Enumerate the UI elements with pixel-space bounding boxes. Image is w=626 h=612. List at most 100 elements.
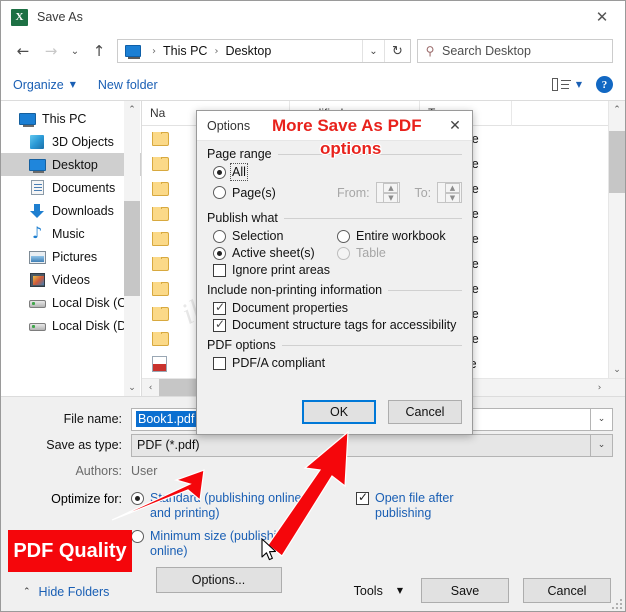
view-dropdown-icon[interactable]: ▼	[576, 80, 582, 89]
back-button[interactable]: ←	[9, 38, 37, 64]
download-arrow-icon	[29, 203, 46, 219]
tools-button[interactable]: Tools ▼	[354, 584, 403, 598]
save-as-type-select[interactable]: PDF (*.pdf)	[131, 433, 591, 457]
ok-button[interactable]: OK	[302, 400, 376, 424]
up-button[interactable]: ↑	[85, 38, 113, 64]
structure-tags-checkbox[interactable]: Document structure tags for accessibilit…	[213, 317, 462, 332]
active-sheets-radio[interactable]: Active sheet(s)	[213, 246, 337, 260]
recent-locations-button[interactable]: ⌄	[65, 38, 85, 64]
new-folder-button[interactable]: New folder	[98, 78, 158, 92]
from-spinner[interactable]: 1 ▲ ▼	[375, 182, 401, 203]
sidebar-item-music[interactable]: Music	[1, 222, 141, 245]
scroll-left-icon[interactable]: ‹	[142, 379, 159, 396]
page-range-title: Page range	[207, 147, 272, 161]
sidebar-item-label: Videos	[52, 272, 90, 287]
scrollbar-thumb[interactable]	[609, 131, 625, 193]
resize-grip[interactable]	[610, 597, 622, 609]
folder-icon	[152, 306, 169, 321]
file-list-vertical-scrollbar[interactable]: ⌃ ⌄	[608, 101, 625, 378]
optimize-minimum-radio[interactable]: Minimum size (publishing online)	[131, 529, 306, 559]
sidebar-item-local-disk-c[interactable]: Local Disk (C:)	[1, 291, 141, 314]
view-layout-icon[interactable]	[551, 77, 572, 93]
forward-button[interactable]: →	[37, 38, 65, 64]
sidebar-item-3d-objects[interactable]: 3D Objects	[1, 130, 141, 153]
entire-workbook-label: Entire workbook	[356, 229, 446, 243]
window-titlebar: X Save As ✕	[1, 1, 625, 33]
sidebar-item-this-pc[interactable]: This PC	[1, 107, 141, 130]
folder-icon	[152, 281, 169, 296]
close-icon[interactable]: ✕	[579, 1, 625, 32]
breadcrumb-separator: ›	[214, 45, 219, 57]
excel-icon: X	[11, 8, 28, 26]
to-spinner[interactable]: 1 ▲ ▼	[437, 182, 462, 203]
authors-value[interactable]: User	[131, 464, 625, 478]
spinner-up-icon[interactable]: ▲	[383, 183, 399, 193]
scroll-up-icon[interactable]: ⌃	[124, 101, 140, 118]
sidebar-item-documents[interactable]: Documents	[1, 176, 141, 199]
optimize-standard-radio[interactable]: Standard (publishing online and printing…	[131, 491, 306, 521]
checkbox-icon	[356, 490, 369, 505]
breadcrumb-this-pc[interactable]: This PC	[162, 44, 208, 58]
breadcrumb-desktop[interactable]: Desktop	[224, 44, 272, 58]
file-name-dropdown-icon[interactable]: ⌄	[591, 407, 613, 431]
scroll-up-icon[interactable]: ⌃	[609, 101, 625, 118]
options-button[interactable]: Options...	[155, 567, 282, 593]
optimize-minimum-label: Minimum size (publishing online)	[150, 529, 291, 558]
command-bar: Organize ▼ New folder ▼ ?	[1, 69, 625, 101]
selection-radio[interactable]: Selection	[213, 229, 337, 243]
cancel-button[interactable]: Cancel	[523, 578, 611, 603]
pdf-quality-badge: PDF Quality	[8, 530, 132, 572]
sidebar-item-label: Music	[52, 226, 85, 241]
scroll-right-icon[interactable]: ›	[591, 379, 608, 396]
ignore-print-areas-checkbox[interactable]: Ignore print areas	[213, 263, 462, 277]
sidebar-item-label: 3D Objects	[52, 134, 114, 149]
spinner-up-icon[interactable]: ▲	[444, 183, 460, 193]
search-input[interactable]: ⚲ Search Desktop	[417, 39, 613, 63]
radio-icon	[131, 530, 144, 543]
breadcrumb[interactable]: › This PC › Desktop ⌄ ↻	[117, 39, 411, 63]
folder-icon	[152, 181, 169, 196]
save-as-type-dropdown-icon[interactable]: ⌄	[591, 433, 613, 457]
breadcrumb-dropdown-icon[interactable]: ⌄	[362, 40, 384, 62]
navigation-bar: ← → ⌄ ↑ › This PC › Desktop ⌄ ↻ ⚲ Search…	[1, 33, 625, 69]
document-properties-checkbox[interactable]: Document properties	[213, 300, 462, 315]
open-after-publishing-checkbox[interactable]: Open file after publishing	[356, 490, 486, 521]
table-label: Table	[356, 246, 386, 260]
sidebar-item-desktop[interactable]: Desktop	[1, 153, 141, 176]
selection-label: Selection	[232, 229, 284, 243]
close-icon[interactable]: ✕	[438, 111, 472, 140]
spinner-down-icon[interactable]: ▼	[383, 193, 399, 203]
entire-workbook-radio[interactable]: Entire workbook	[337, 229, 446, 243]
sidebar-item-pictures[interactable]: Pictures	[1, 245, 141, 268]
chevron-up-icon: ⌃	[23, 587, 31, 597]
save-button[interactable]: Save	[421, 578, 509, 603]
organize-button[interactable]: Organize ▼	[13, 78, 76, 92]
organize-label: Organize	[13, 77, 64, 92]
page-range-pages-label: Page(s)	[232, 185, 276, 200]
non-printing-group: Include non-printing information Documen…	[207, 283, 462, 332]
pdfa-compliant-checkbox[interactable]: PDF/A compliant	[213, 356, 462, 370]
group-divider	[388, 289, 462, 291]
page-range-pages-radio[interactable]: Page(s)	[213, 186, 337, 200]
new-folder-label: New folder	[97, 77, 158, 92]
scrollbar-thumb[interactable]	[124, 201, 140, 296]
window-title: Save As	[37, 10, 83, 24]
sidebar-item-videos[interactable]: Videos	[1, 268, 141, 291]
scroll-down-icon[interactable]: ⌄	[609, 361, 625, 378]
document-properties-label: Document properties	[232, 301, 349, 315]
dialog-cancel-button[interactable]: Cancel	[388, 400, 462, 424]
from-label: From:	[337, 185, 370, 200]
sidebar-scrollbar[interactable]: ⌃ ⌄	[124, 101, 140, 396]
sidebar-item-local-disk-d[interactable]: Local Disk (D:)	[1, 314, 141, 337]
sidebar-item-downloads[interactable]: Downloads	[1, 199, 141, 222]
sidebar-item-label: Downloads	[52, 203, 114, 218]
refresh-icon[interactable]: ↻	[384, 40, 410, 62]
to-label: To:	[414, 185, 432, 200]
active-sheets-label: Active sheet(s)	[232, 246, 315, 260]
page-range-all-radio[interactable]: All	[213, 163, 462, 181]
help-icon[interactable]: ?	[596, 76, 613, 93]
authors-row: Authors: User	[1, 458, 625, 484]
scroll-down-icon[interactable]: ⌄	[124, 379, 140, 396]
hide-folders-button[interactable]: ⌃ Hide Folders	[23, 585, 109, 599]
spinner-down-icon[interactable]: ▼	[444, 193, 460, 203]
